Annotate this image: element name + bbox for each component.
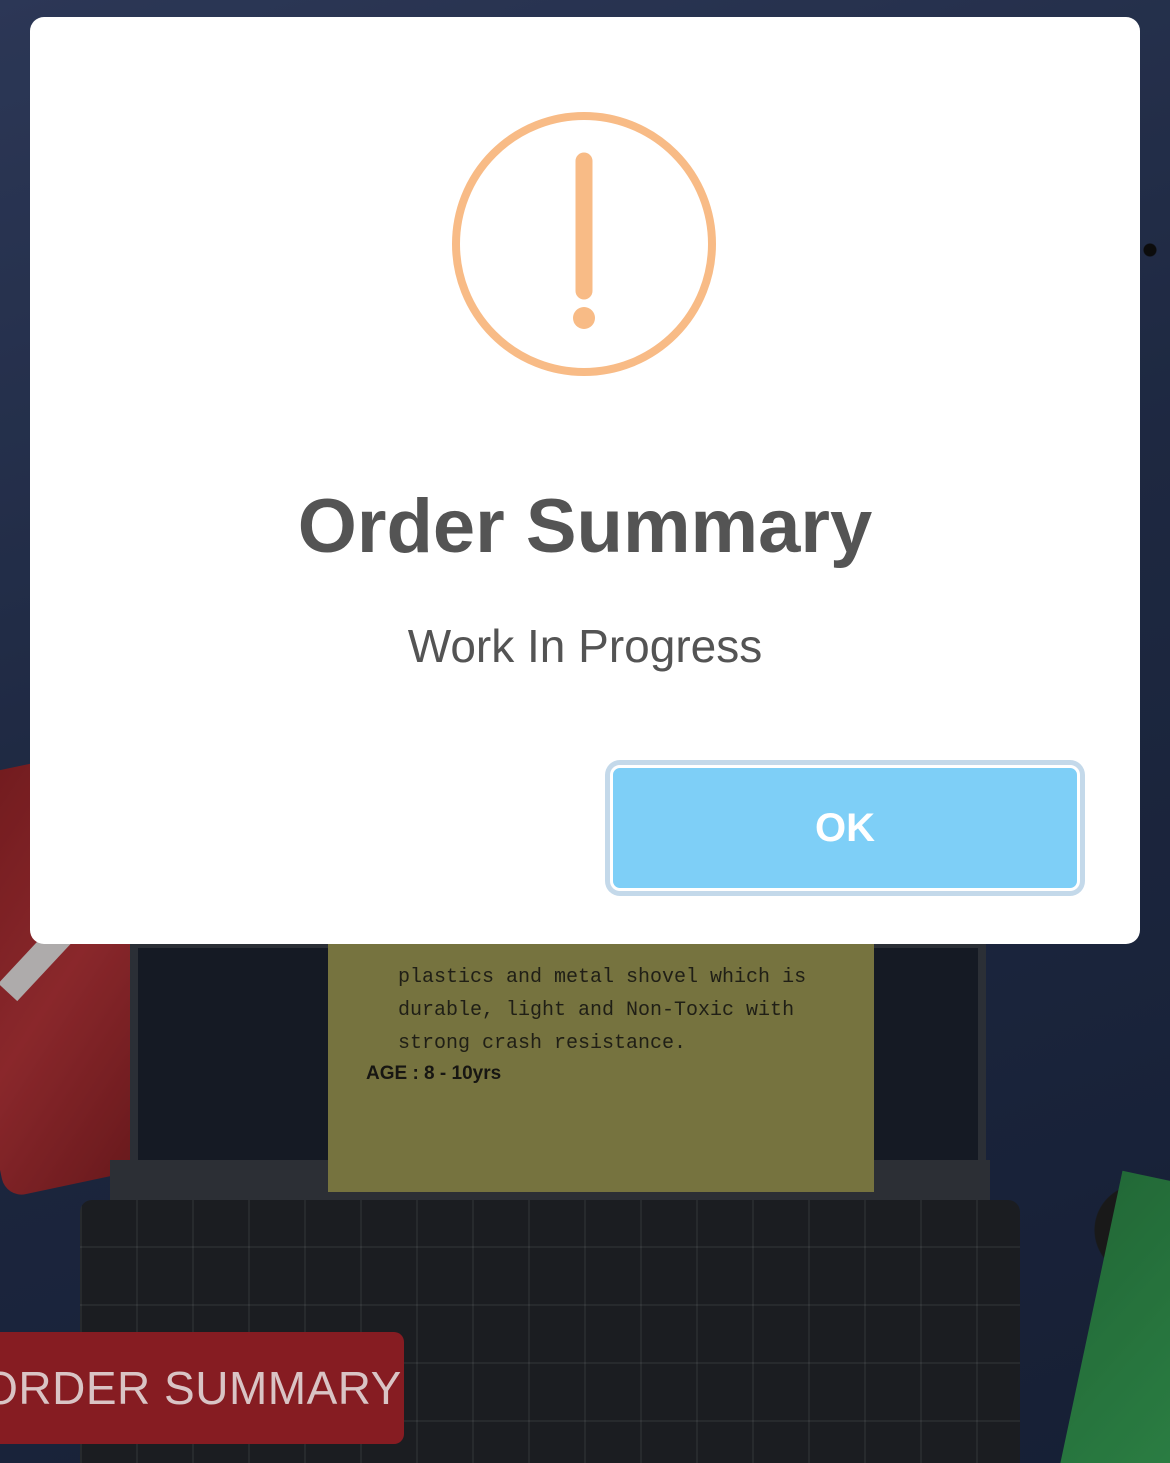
ar-camera-view: plastics and metal shovel which is durab…	[0, 0, 1170, 1463]
warning-icon	[452, 112, 716, 376]
ok-button[interactable]: OK	[610, 765, 1080, 891]
order-summary-dialog: Order Summary Work In Progress OK	[30, 17, 1140, 944]
dialog-title: Order Summary	[297, 484, 873, 569]
dialog-message: Work In Progress	[407, 620, 763, 672]
order-summary-button[interactable]: ORDER SUMMARY	[0, 1332, 404, 1444]
